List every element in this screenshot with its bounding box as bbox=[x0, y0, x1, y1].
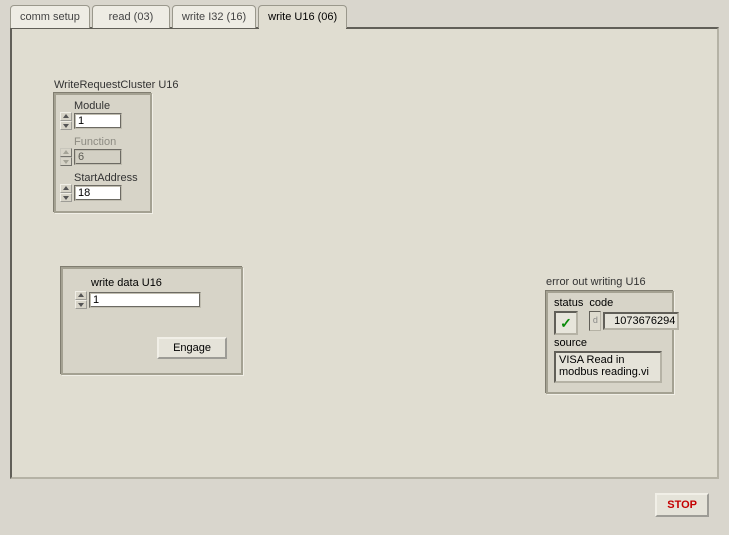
module-control: Module bbox=[60, 100, 146, 130]
engage-button[interactable]: Engage bbox=[157, 337, 227, 359]
function-control: Function bbox=[60, 136, 146, 166]
module-spinner[interactable] bbox=[60, 112, 72, 130]
startaddress-control: StartAddress bbox=[60, 172, 146, 202]
write-request-cluster: Module Function StartAddress bbox=[54, 93, 152, 213]
module-field[interactable] bbox=[74, 113, 122, 129]
tab-write-i32[interactable]: write I32 (16) bbox=[172, 5, 256, 28]
error-out-title: error out writing U16 bbox=[546, 276, 646, 288]
tab-strip: comm setup read (03) write I32 (16) writ… bbox=[10, 5, 347, 28]
function-spinner bbox=[60, 148, 72, 166]
tab-comm-setup[interactable]: comm setup bbox=[10, 5, 90, 28]
startaddress-spinner[interactable] bbox=[60, 184, 72, 202]
code-radix-icon: d bbox=[589, 311, 601, 331]
code-field bbox=[603, 312, 679, 330]
write-data-spinner[interactable] bbox=[75, 291, 87, 309]
cluster-title: WriteRequestCluster U16 bbox=[54, 79, 179, 91]
write-data-cluster: write data U16 Engage bbox=[61, 267, 243, 375]
tab-read-03[interactable]: read (03) bbox=[92, 5, 170, 28]
function-field bbox=[74, 149, 122, 165]
error-out-cluster: status ✓ code d source bbox=[546, 291, 674, 394]
write-data-title: write data U16 bbox=[91, 277, 241, 289]
startaddress-field[interactable] bbox=[74, 185, 122, 201]
module-label: Module bbox=[74, 100, 146, 112]
code-label: code bbox=[589, 297, 679, 309]
function-label: Function bbox=[74, 136, 146, 148]
startaddress-label: StartAddress bbox=[74, 172, 146, 184]
status-label: status bbox=[554, 297, 583, 309]
tab-panel: WriteRequestCluster U16 Module Function … bbox=[10, 27, 719, 479]
tab-write-u16[interactable]: write U16 (06) bbox=[258, 5, 347, 28]
source-field bbox=[554, 351, 662, 383]
stop-button[interactable]: STOP bbox=[655, 493, 709, 517]
status-indicator: ✓ bbox=[554, 311, 578, 335]
source-label: source bbox=[554, 337, 666, 349]
check-icon: ✓ bbox=[560, 316, 572, 330]
write-data-field[interactable] bbox=[89, 292, 201, 308]
